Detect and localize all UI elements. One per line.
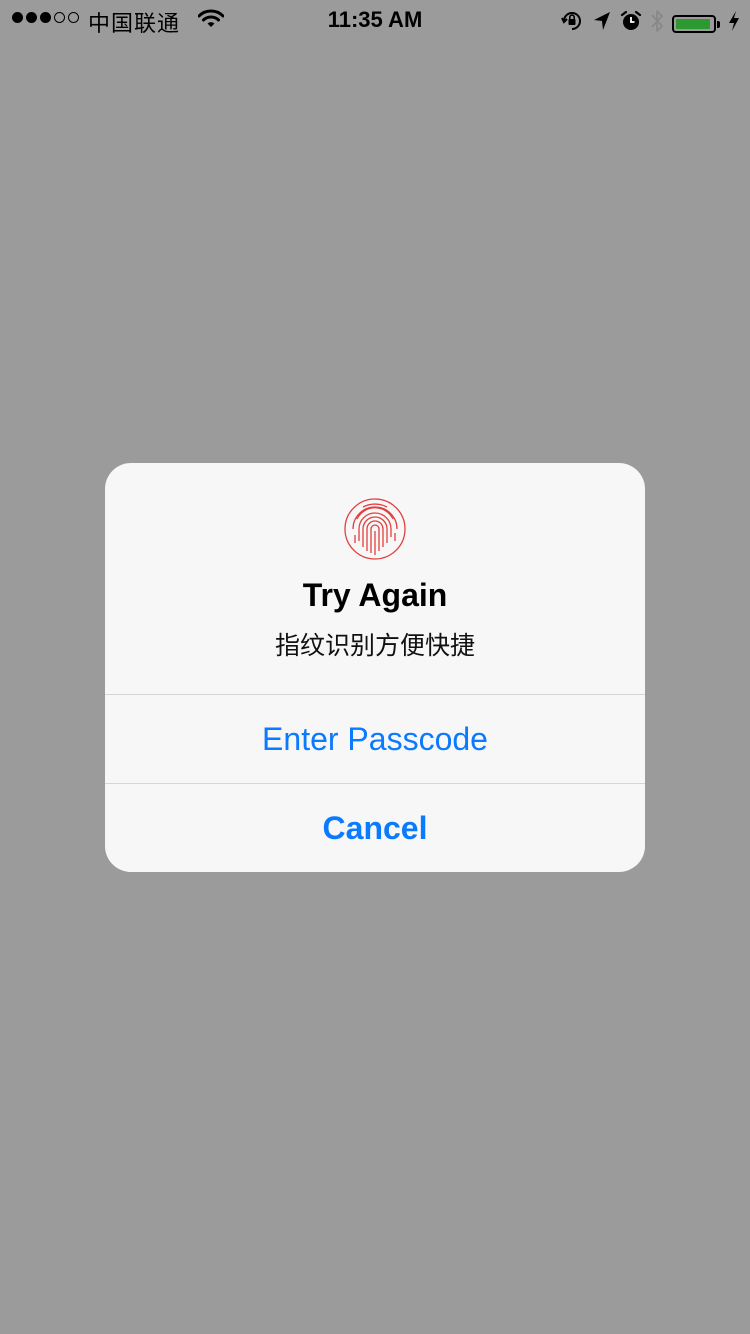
cancel-button[interactable]: Cancel (105, 784, 645, 872)
enter-passcode-button[interactable]: Enter Passcode (105, 695, 645, 783)
fingerprint-icon (343, 497, 407, 561)
alert-title: Try Again (302, 577, 448, 613)
battery-level (676, 19, 711, 29)
orientation-lock-icon (560, 9, 584, 39)
screen-background: 中国联通 11:35 AM Try Again 指纹识别方便快捷 Enter P… (0, 0, 750, 1334)
alert-header: Try Again 指纹识别方便快捷 (105, 463, 645, 694)
alert-message: 指纹识别方便快捷 (274, 631, 475, 660)
battery-icon (672, 15, 716, 33)
location-arrow-icon (592, 10, 612, 38)
charging-bolt-icon (728, 10, 740, 38)
bluetooth-icon (650, 8, 664, 40)
status-bar: 中国联通 11:35 AM (0, 0, 750, 40)
status-icons (560, 8, 740, 40)
alarm-icon (620, 10, 642, 38)
touch-id-alert: Try Again 指纹识别方便快捷 Enter Passcode Cancel (105, 463, 645, 872)
battery-cap (717, 20, 720, 28)
